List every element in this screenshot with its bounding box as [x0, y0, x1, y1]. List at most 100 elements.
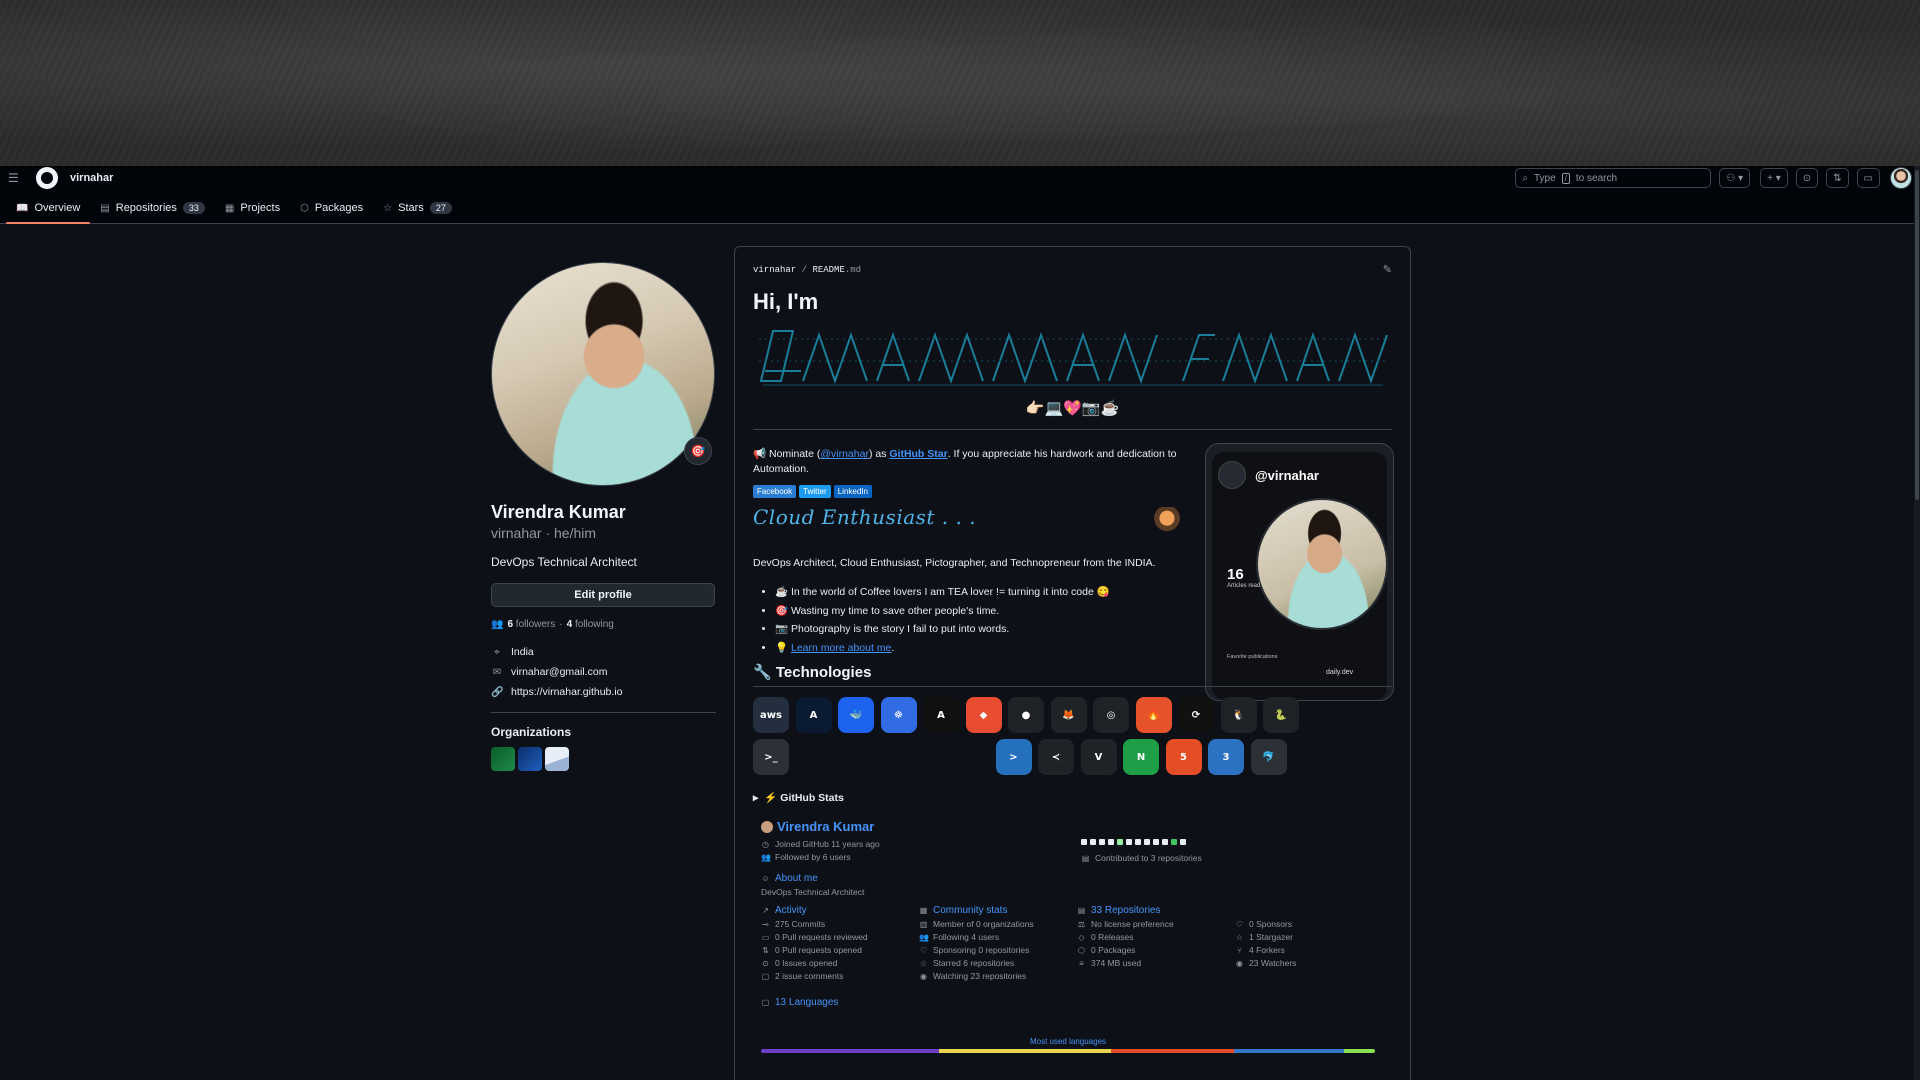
linux-icon[interactable]: 🐧	[1220, 697, 1257, 733]
powershell-icon[interactable]: >	[995, 739, 1032, 775]
activity-heading[interactable]: ↗ Activity	[761, 905, 807, 916]
learn-more-link[interactable]: Learn more about me	[791, 642, 891, 654]
issue-circle-icon: ⊙	[1802, 172, 1812, 184]
link-icon: 🔗	[491, 686, 504, 698]
commit-icon: ⊸	[762, 919, 769, 929]
issues-button[interactable]: ⊙	[1795, 168, 1819, 188]
plus-icon: + ▾	[1767, 172, 1781, 184]
contribution-square	[1153, 839, 1159, 845]
org-avatar-3[interactable]	[545, 747, 569, 771]
kubernetes-icon[interactable]: ☸	[880, 697, 917, 733]
about-me-text: DevOps Technical Architect	[761, 887, 865, 897]
language-segment	[1344, 1049, 1375, 1053]
mysql-icon[interactable]: 🐬	[1250, 739, 1287, 775]
python-icon[interactable]: 🐍	[1263, 697, 1299, 733]
github-star-link[interactable]: GitHub Star	[889, 448, 947, 460]
org-avatar-2[interactable]	[518, 747, 542, 771]
search-input[interactable]: ⌕ Type / to search	[1515, 168, 1712, 188]
github-icon[interactable]: ●	[1008, 697, 1044, 733]
readme-file[interactable]: README	[812, 265, 844, 275]
stats-user-name[interactable]: Virendra Kumar	[761, 819, 874, 834]
tab-projects[interactable]: ▦ Projects	[215, 202, 290, 223]
readme-owner[interactable]: virnahar	[753, 265, 796, 275]
ansible-icon[interactable]: A	[923, 697, 959, 733]
activity-item: ▭ 0 Pull requests reviewed	[761, 932, 868, 942]
gitlab-icon[interactable]: 🦊	[1050, 697, 1087, 733]
most-used-languages-label: Most used languages	[1029, 1037, 1107, 1046]
name-banner-graphic	[759, 330, 1388, 386]
edit-profile-button[interactable]: Edit profile	[491, 583, 715, 607]
misc-text: 1 Stargazer	[1249, 932, 1293, 942]
prometheus-icon[interactable]: 🔥	[1135, 697, 1172, 733]
languages-bar	[761, 1049, 1375, 1053]
nominate-paragraph: 📢 Nominate (@virnahar) as GitHub Star. I…	[753, 447, 1183, 477]
azure-icon[interactable]: A	[795, 697, 832, 733]
social-badges: Facebook Twitter LinkedIn	[753, 485, 872, 498]
tab-overview[interactable]: 📖 Overview	[6, 202, 91, 224]
tab-stars[interactable]: ☆ Stars 27	[373, 202, 462, 223]
followers-label: followers	[515, 619, 556, 630]
context-username[interactable]: virnahar	[70, 172, 113, 184]
aws-icon[interactable]: aws	[753, 697, 789, 733]
community-heading[interactable]: ▦ Community stats	[919, 905, 1008, 916]
facebook-badge[interactable]: Facebook	[753, 485, 797, 498]
vim-icon[interactable]: V	[1080, 739, 1117, 775]
contribution-square	[1162, 839, 1168, 845]
technologies-grid: aws A 🐳 ☸ A ◆ ● 🦊 ◎ 🔥 ⟳ 🐧 🐍 >_ > ≺ V N 5 3 🐬	[753, 697, 1373, 775]
contribution-square	[1126, 839, 1132, 845]
location-pin-icon: ⌖	[494, 646, 500, 658]
activity-label: Activity	[775, 905, 807, 916]
inbox-button[interactable]: ▭	[1856, 168, 1880, 188]
git-icon[interactable]: ◆	[965, 697, 1002, 733]
vscode-icon[interactable]: ≺	[1038, 739, 1074, 775]
dev-card-handle: @virnahar	[1255, 468, 1319, 483]
profile-avatar[interactable]	[491, 262, 715, 486]
website-link[interactable]: https://virnahar.github.io	[511, 686, 623, 698]
stars-counter: 27	[429, 202, 452, 214]
copilot-button[interactable]: ⚇ ▾	[1719, 168, 1751, 188]
readme-card: virnahar / README.md ✎ Hi, I'm 👉🏻💻💖📷☕ 📢 …	[734, 246, 1411, 1080]
activity-text: 275 Commits	[775, 919, 826, 929]
issue-icon: ⊙	[762, 958, 769, 968]
grafana-icon[interactable]: ◎	[1093, 697, 1129, 733]
following-link[interactable]: 4 following	[567, 619, 614, 630]
pull-requests-button[interactable]: ⇅	[1826, 168, 1849, 188]
calendar-icon: ▦	[919, 906, 928, 915]
repositories-heading[interactable]: ▤ 33 Repositories	[1077, 905, 1161, 916]
nominate-handle-link[interactable]: @virnahar	[820, 448, 869, 460]
openshift-icon[interactable]: ⟳	[1178, 697, 1214, 733]
twitter-badge[interactable]: Twitter	[799, 485, 831, 498]
readme-greeting: Hi, I'm	[753, 289, 819, 314]
html5-icon[interactable]: 5	[1165, 739, 1202, 775]
package-icon: ⬡	[1078, 945, 1085, 955]
org-avatar-1[interactable]	[491, 747, 515, 771]
comment-icon: ▢	[761, 971, 770, 981]
status-emoji-button[interactable]: 🎯	[684, 437, 712, 465]
languages-heading[interactable]: ▢ 13 Languages	[761, 997, 839, 1008]
bash-icon[interactable]: >_	[753, 739, 789, 775]
about-me-heading[interactable]: ☺ About me	[761, 873, 817, 884]
hamburger-menu-icon[interactable]: ☰	[8, 171, 22, 185]
create-new-button[interactable]: + ▾	[1760, 168, 1788, 188]
github-logo-icon[interactable]	[36, 167, 58, 189]
tab-packages[interactable]: ⬡ Packages	[290, 202, 373, 223]
docker-icon[interactable]: 🐳	[838, 697, 874, 733]
edit-readme-pencil-icon[interactable]: ✎	[1383, 263, 1392, 276]
language-segment	[939, 1049, 1111, 1053]
followers-link[interactable]: 6 followers	[507, 619, 555, 630]
location-text: India	[511, 646, 534, 658]
book-icon: 📖	[16, 202, 29, 214]
languages-label: 13 Languages	[775, 997, 839, 1008]
user-avatar[interactable]	[1890, 167, 1912, 189]
github-stats-summary[interactable]: ▸ ⚡ GitHub Stats	[753, 791, 844, 805]
css3-icon[interactable]: 3	[1208, 739, 1244, 775]
stats-followed: 👥 Followed by 6 users	[761, 852, 851, 862]
graph-icon: ↗	[762, 906, 769, 915]
email-link[interactable]: virnahar@gmail.com	[511, 666, 607, 678]
scrollbar-thumb[interactable]	[1915, 170, 1919, 500]
daily-dev-card[interactable]: @virnahar 16 Articles read Favorite publ…	[1205, 443, 1394, 701]
tab-repositories[interactable]: ▤ Repositories 33	[90, 202, 215, 223]
nodejs-icon[interactable]: N	[1123, 739, 1159, 775]
linkedin-badge[interactable]: LinkedIn	[833, 485, 872, 498]
readme-emoji-row: 👉🏻💻💖📷☕	[1025, 400, 1120, 417]
